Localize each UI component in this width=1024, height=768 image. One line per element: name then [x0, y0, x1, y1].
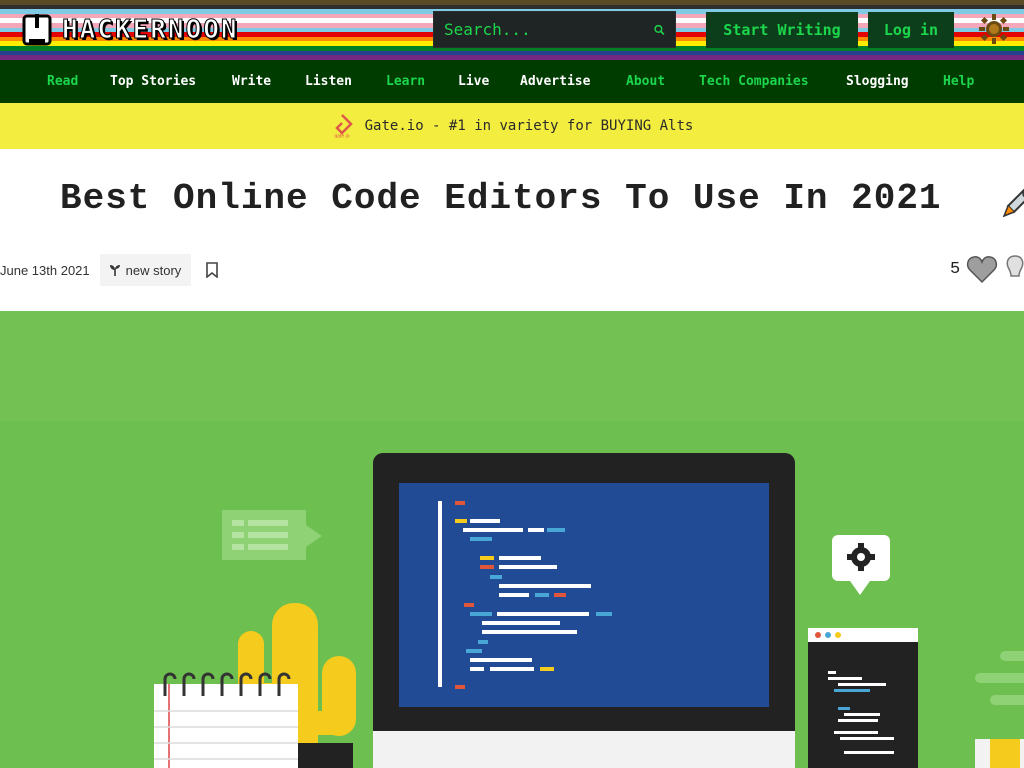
terminal-window-illustration [808, 628, 918, 768]
hero-image [0, 311, 1024, 768]
nav-item-slogging[interactable]: Slogging [846, 74, 909, 89]
nav-item-live[interactable]: Live [458, 74, 489, 89]
nav-item-top-stories[interactable]: Top Stories [110, 74, 196, 89]
nav-item-read[interactable]: Read [47, 74, 78, 89]
nav-item-advertise[interactable]: Advertise [520, 74, 590, 89]
search-icon[interactable] [654, 20, 665, 40]
sponsor-text: Gate.io - #1 in variety for BUYING Alts [364, 118, 694, 134]
new-story-tag[interactable]: new story [99, 254, 192, 286]
lightbulb-icon[interactable] [1004, 254, 1024, 284]
rocket-icon [1002, 188, 1024, 218]
notepad-illustration [154, 672, 298, 768]
monitor-illustration [373, 453, 795, 768]
nav-item-learn[interactable]: Learn [386, 74, 425, 89]
reactions: 5 [950, 254, 1024, 284]
logo-text: HACKERNOON [62, 15, 239, 46]
hackernoon-logo[interactable]: HACKERNOON [20, 10, 239, 50]
nav-item-write[interactable]: Write [232, 74, 271, 89]
login-button[interactable]: Log in [868, 12, 954, 48]
reaction-count: 5 [950, 259, 961, 279]
heart-icon[interactable] [966, 254, 998, 284]
sprout-icon [109, 265, 120, 276]
search-box[interactable] [433, 11, 676, 48]
nav-item-listen[interactable]: Listen [305, 74, 352, 89]
sponsor-banner[interactable]: gate.io Gate.io - #1 in variety for BUYI… [0, 103, 1024, 149]
article-meta: June 13th 2021 new story [0, 254, 219, 286]
bookmark-icon[interactable] [205, 262, 219, 278]
gate-io-logo-icon: gate.io [334, 114, 353, 139]
main-nav: Read Top Stories Write Listen Learn Live… [0, 60, 1024, 103]
sun-icon[interactable] [978, 13, 1010, 45]
svg-text:gate.io: gate.io [334, 134, 349, 139]
nav-item-help[interactable]: Help [943, 74, 974, 89]
top-header: HACKERNOON Start Writing Log in [0, 0, 1024, 60]
code-editor-illustration [0, 311, 1024, 768]
search-input[interactable] [444, 20, 654, 39]
start-writing-button[interactable]: Start Writing [706, 12, 858, 48]
tag-label: new story [125, 262, 182, 278]
nav-item-tech-companies[interactable]: Tech Companies [699, 74, 809, 89]
nav-item-about[interactable]: About [626, 74, 665, 89]
hackernoon-helmet-icon [22, 14, 52, 46]
article-title: Best Online Code Editors To Use In 2021 [60, 178, 942, 219]
publish-date: June 13th 2021 [0, 262, 90, 278]
